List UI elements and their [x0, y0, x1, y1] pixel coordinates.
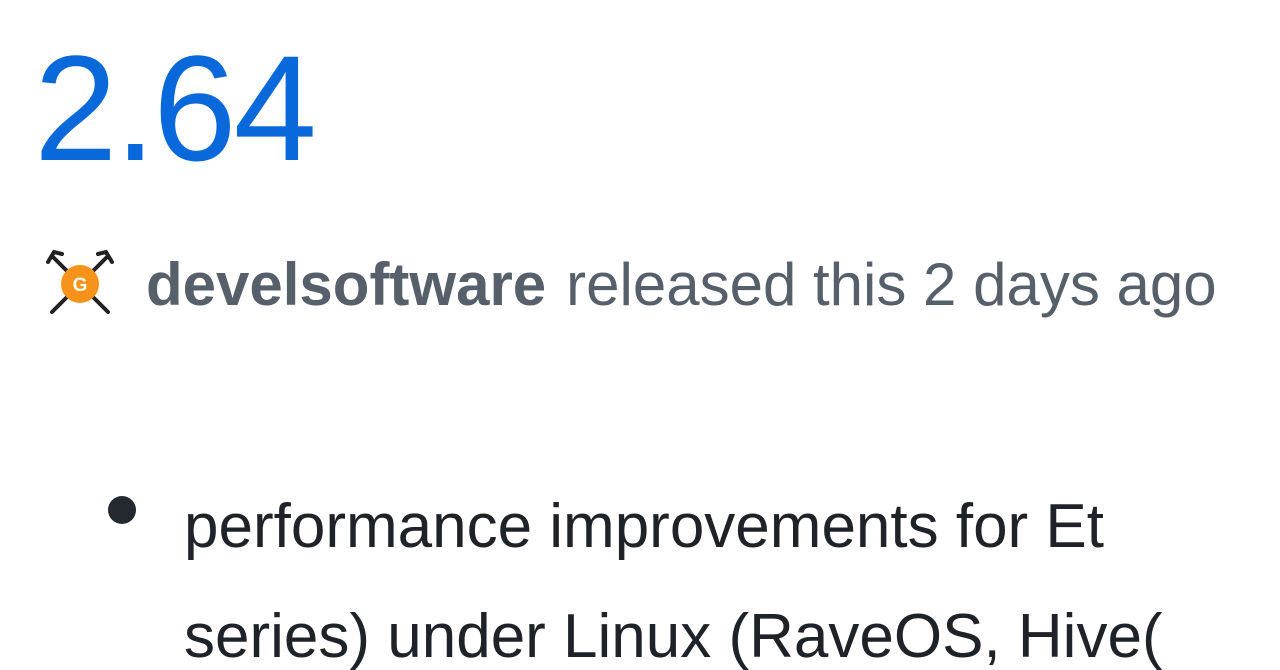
note-line: series) under Linux (RaveOS, Hive(: [184, 602, 1163, 670]
release-page: 2.64 G develsoftware released this 2 day…: [0, 0, 1280, 670]
bullet-icon: [108, 496, 136, 524]
released-time-text: released this 2 days ago: [566, 250, 1217, 318]
avatar[interactable]: G: [44, 248, 116, 320]
author-link[interactable]: develsoftware: [146, 250, 546, 319]
release-notes: performance improvements for Et series) …: [108, 472, 1280, 670]
list-item: performance improvements for Et series) …: [108, 472, 1280, 670]
release-title-link[interactable]: 2.64: [34, 28, 317, 188]
avatar-letter: G: [73, 275, 88, 296]
release-meta: G develsoftware released this 2 days ago: [44, 246, 1217, 322]
note-line: performance improvements for Et: [184, 492, 1105, 561]
